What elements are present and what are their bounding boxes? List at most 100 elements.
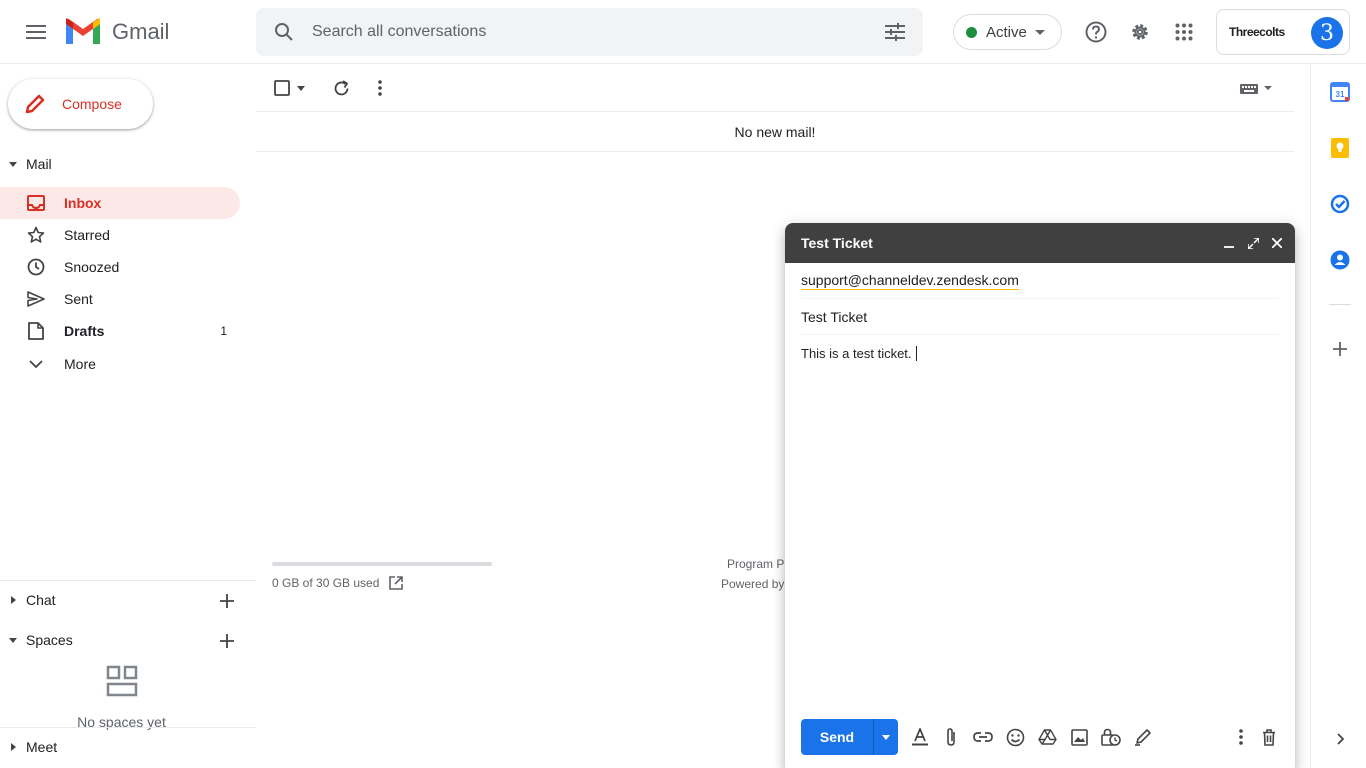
subject-field[interactable]: Test Ticket bbox=[801, 299, 1279, 335]
inbox-icon bbox=[26, 195, 46, 211]
compose-window-header[interactable]: Test Ticket bbox=[785, 223, 1295, 263]
more-vert-icon[interactable] bbox=[378, 76, 382, 100]
subject-value: Test Ticket bbox=[801, 308, 868, 325]
discard-draft-trash-icon[interactable] bbox=[1258, 726, 1280, 748]
get-addons-plus-icon[interactable] bbox=[1329, 338, 1351, 360]
storage-info: 0 GB of 30 GB used bbox=[272, 576, 404, 590]
avatar[interactable]: 3 bbox=[1311, 17, 1343, 49]
svg-text:31: 31 bbox=[1336, 90, 1345, 99]
org-name: Threecolts bbox=[1229, 25, 1285, 39]
search-input[interactable] bbox=[312, 23, 867, 41]
insert-signature-icon[interactable] bbox=[1132, 726, 1154, 748]
sidebar-item-starred[interactable]: Starred bbox=[0, 219, 240, 251]
mail-section-label: Mail bbox=[26, 156, 52, 172]
app-name: Gmail bbox=[112, 19, 170, 44]
insert-photo-icon[interactable] bbox=[1068, 726, 1090, 748]
refresh-icon[interactable] bbox=[333, 76, 350, 100]
keyboard-input-icon[interactable] bbox=[1240, 76, 1272, 100]
recipient-chip[interactable]: support@channeldev.zendesk.com bbox=[801, 272, 1019, 290]
insert-link-icon[interactable] bbox=[972, 726, 994, 748]
caret-down-icon bbox=[0, 637, 26, 643]
sidebar-item-sent[interactable]: Sent bbox=[0, 283, 240, 315]
sidebar-item-label: Snoozed bbox=[64, 259, 120, 275]
text-cursor bbox=[915, 346, 917, 361]
recipients-field[interactable]: support@channeldev.zendesk.com bbox=[801, 263, 1279, 299]
new-chat-plus-icon[interactable] bbox=[215, 589, 239, 613]
compose-button[interactable]: Compose bbox=[8, 79, 153, 129]
chat-section-label: Chat bbox=[26, 592, 56, 608]
meet-section-label: Meet bbox=[26, 739, 58, 755]
divider bbox=[0, 727, 256, 728]
sidebar-item-label: Drafts bbox=[64, 323, 105, 339]
status-selector[interactable]: Active bbox=[953, 14, 1062, 50]
contacts-icon[interactable] bbox=[1329, 249, 1351, 271]
apps-grid-icon[interactable] bbox=[1164, 12, 1204, 52]
search-options-icon[interactable] bbox=[867, 23, 923, 41]
keep-icon[interactable] bbox=[1329, 137, 1351, 159]
meet-section-toggle[interactable]: Meet bbox=[0, 735, 57, 759]
compose-window: Test Ticket support@channeldev.zendesk.c… bbox=[785, 223, 1295, 768]
storage-usage-bar bbox=[272, 562, 492, 566]
select-all-checkbox[interactable] bbox=[274, 76, 290, 100]
chevron-down-icon bbox=[1034, 29, 1045, 35]
account-switcher[interactable]: Threecolts 3 bbox=[1216, 9, 1350, 55]
sidebar-item-label: Starred bbox=[64, 227, 110, 243]
spaces-empty-icon bbox=[106, 665, 138, 697]
sidebar-item-snoozed[interactable]: Snoozed bbox=[0, 251, 240, 283]
program-policies-link[interactable]: Program P bbox=[727, 557, 784, 571]
clock-icon bbox=[26, 258, 46, 276]
chevron-down-icon bbox=[26, 360, 46, 368]
divider bbox=[1329, 304, 1351, 305]
caret-right-icon bbox=[0, 743, 26, 751]
spaces-section-toggle[interactable]: Spaces bbox=[0, 628, 73, 652]
draft-file-icon bbox=[26, 322, 46, 340]
caret-right-icon bbox=[0, 596, 26, 604]
compose-title: Test Ticket bbox=[801, 235, 873, 251]
sidebar-item-more[interactable]: More bbox=[0, 348, 240, 380]
no-mail-text: No new mail! bbox=[734, 123, 816, 140]
top-header: Gmail Active Threecolts 3 bbox=[0, 0, 1366, 64]
google-drive-icon[interactable] bbox=[1036, 726, 1058, 748]
send-icon bbox=[26, 291, 46, 307]
gmail-logo[interactable]: Gmail bbox=[64, 16, 169, 48]
minimize-icon[interactable] bbox=[1221, 233, 1237, 253]
main-menu-button[interactable] bbox=[16, 12, 56, 52]
divider bbox=[0, 580, 256, 581]
formatting-options-icon[interactable] bbox=[909, 726, 931, 748]
mail-section-toggle[interactable]: Mail bbox=[0, 152, 52, 176]
select-options-caret-icon[interactable] bbox=[297, 76, 305, 100]
sidebar-item-drafts[interactable]: Drafts 1 bbox=[0, 315, 240, 347]
drafts-count: 1 bbox=[220, 324, 227, 338]
compose-label: Compose bbox=[62, 96, 122, 112]
message-body-text: This is a test ticket. bbox=[801, 346, 912, 361]
insert-emoji-icon[interactable] bbox=[1004, 726, 1026, 748]
open-in-new-icon[interactable] bbox=[389, 576, 404, 590]
send-button[interactable]: Send bbox=[801, 719, 873, 755]
sidebar-item-label: More bbox=[64, 356, 96, 372]
close-icon[interactable] bbox=[1269, 233, 1285, 253]
search-icon[interactable] bbox=[256, 22, 312, 42]
empty-inbox-message: No new mail! bbox=[256, 111, 1294, 152]
tasks-icon[interactable] bbox=[1329, 193, 1351, 215]
more-options-icon[interactable] bbox=[1230, 726, 1252, 748]
confidential-mode-icon[interactable] bbox=[1100, 726, 1122, 748]
more-send-options-button[interactable] bbox=[873, 719, 898, 755]
calendar-icon[interactable]: 31 bbox=[1329, 81, 1351, 103]
chat-section-toggle[interactable]: Chat bbox=[0, 588, 56, 612]
new-space-plus-icon[interactable] bbox=[215, 629, 239, 653]
status-label: Active bbox=[986, 23, 1027, 41]
sidebar-item-inbox[interactable]: Inbox bbox=[0, 187, 240, 219]
spaces-section-label: Spaces bbox=[26, 632, 73, 648]
caret-down-icon bbox=[0, 161, 26, 167]
show-side-panel-chevron-icon[interactable] bbox=[1329, 728, 1351, 750]
sidebar-item-label: Inbox bbox=[64, 195, 102, 211]
attach-file-icon[interactable] bbox=[940, 726, 962, 748]
search-bar[interactable] bbox=[256, 8, 923, 56]
fullscreen-icon[interactable] bbox=[1245, 233, 1261, 253]
help-icon[interactable] bbox=[1076, 12, 1116, 52]
settings-gear-icon[interactable] bbox=[1120, 12, 1160, 52]
gmail-m-icon bbox=[66, 18, 100, 44]
side-panel: 31 bbox=[1310, 64, 1366, 768]
message-body[interactable]: This is a test ticket. bbox=[801, 346, 917, 361]
powered-by-text: Powered by bbox=[721, 577, 785, 591]
